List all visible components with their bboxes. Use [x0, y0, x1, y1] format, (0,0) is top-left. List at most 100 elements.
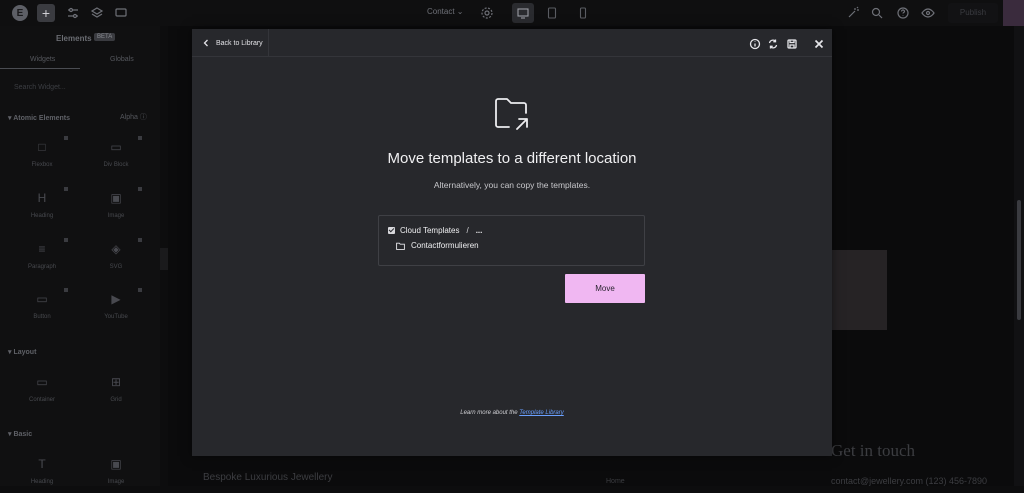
active-tab-indicator — [0, 68, 80, 69]
widget-container[interactable]: ▭ Container — [10, 371, 74, 411]
canvas-scrollbar-thumb[interactable] — [1017, 200, 1021, 320]
get-in-touch-heading: Get in touch — [831, 441, 916, 460]
widget-label: YouTube — [104, 314, 128, 320]
comments-icon[interactable] — [114, 6, 128, 20]
container-icon: ▭ — [36, 375, 48, 389]
folder-item[interactable]: Contactformulieren — [396, 241, 479, 250]
widget-label: Flexbox — [31, 162, 53, 168]
image-icon: ▣ — [110, 191, 122, 205]
section-atomic-elements[interactable]: ▾ Atomic Elements — [8, 114, 70, 122]
flexbox-icon: □ — [38, 140, 46, 154]
contact-line-text: contact@jewellery.com (123) 456-7890 — [831, 476, 988, 486]
widget-label: Grid — [110, 397, 122, 403]
breadcrumb-more[interactable]: ... — [476, 226, 483, 235]
folder-name: Contactformulieren — [411, 241, 479, 250]
sync-icon[interactable] — [767, 37, 779, 49]
move-templates-modal: Back to Library Move templates to a diff… — [192, 29, 832, 456]
widget-paragraph[interactable]: ≡ Paragraph — [10, 238, 74, 278]
canvas-image-block — [830, 250, 887, 330]
tablet-view-icon[interactable] — [541, 3, 563, 23]
youtube-icon: ▶ — [111, 292, 121, 306]
grid-icon: ⊞ — [110, 375, 122, 389]
header-divider — [268, 29, 269, 57]
settings-sliders-icon[interactable] — [66, 6, 80, 20]
widget-svg[interactable]: ◈ SVG — [84, 238, 148, 278]
alpha-badge: Alpha ⓘ — [120, 114, 147, 121]
publish-button[interactable]: Publish — [948, 3, 998, 23]
footer-brand-text: Bespoke Luxurious Jewellery — [203, 472, 333, 483]
widget-image[interactable]: ▣ Image — [84, 187, 148, 227]
div-block-icon: ▭ — [110, 140, 122, 154]
svg-icon: ◈ — [111, 242, 121, 256]
heading-icon: H — [37, 191, 47, 205]
paragraph-icon: ≡ — [38, 242, 46, 256]
preview-eye-icon[interactable] — [921, 6, 935, 20]
chevron-left-icon — [203, 39, 208, 47]
widget-label: Image — [107, 479, 125, 485]
modal-header: Back to Library — [192, 29, 832, 57]
widget-label: Button — [33, 314, 51, 320]
template-library-link[interactable]: Template Library — [519, 410, 563, 416]
help-icon[interactable] — [896, 6, 910, 20]
back-label: Back to Library — [216, 39, 263, 47]
breadcrumb: Cloud Templates / ... — [388, 226, 482, 235]
pro-marker — [64, 187, 68, 191]
elementor-logo[interactable]: E — [12, 5, 28, 21]
save-icon[interactable] — [786, 37, 798, 49]
mobile-view-icon[interactable] — [572, 3, 594, 23]
page-selector[interactable]: Contact ⌄ — [427, 7, 464, 16]
publish-options-button[interactable] — [1003, 0, 1024, 26]
desktop-view-icon[interactable] — [512, 3, 534, 23]
widget-grid[interactable]: ⊞ Grid — [84, 371, 148, 411]
page-settings-gear-icon[interactable] — [480, 6, 494, 20]
tab-globals[interactable]: Globals — [110, 56, 134, 63]
magic-wand-icon[interactable] — [846, 6, 860, 20]
widget-label: Heading — [30, 213, 54, 219]
text-heading-icon: T — [38, 457, 46, 471]
breadcrumb-separator: / — [466, 226, 469, 235]
widget-heading[interactable]: H Heading — [10, 187, 74, 227]
folder-move-icon — [493, 96, 531, 132]
widget-basic-image[interactable]: ▣ Image — [84, 453, 148, 493]
pro-marker — [138, 238, 142, 242]
section-basic[interactable]: ▾ Basic — [8, 430, 32, 438]
modal-subtitle: Alternatively, you can copy the template… — [433, 180, 591, 190]
modal-title: Move templates to a different location — [387, 150, 637, 167]
pro-marker — [64, 136, 68, 140]
beta-badge: BETA — [94, 33, 116, 41]
button-icon: ▭ — [36, 292, 48, 306]
pro-marker — [138, 288, 142, 292]
widget-div-block[interactable]: ▭ Div Block — [84, 136, 148, 176]
widget-search-input[interactable]: Search Widget... — [14, 84, 66, 91]
elements-panel: Elements BETA Widgets Globals Search Wid… — [0, 26, 160, 486]
widget-label: Paragraph — [27, 264, 57, 270]
folder-icon — [396, 242, 405, 250]
footer-home-link: Home — [606, 478, 625, 485]
pro-marker — [138, 136, 142, 140]
learn-more-prefix: Learn more about the — [460, 410, 520, 416]
editor-topbar: E + Contact ⌄ Publish — [0, 0, 1024, 26]
search-icon[interactable] — [870, 6, 884, 20]
move-button[interactable]: Move — [565, 274, 645, 303]
widget-flexbox[interactable]: □ Flexbox — [10, 136, 74, 176]
layers-icon[interactable] — [90, 6, 104, 20]
add-element-button[interactable]: + — [37, 4, 55, 22]
widget-button[interactable]: ▭ Button — [10, 288, 74, 328]
close-icon[interactable] — [813, 37, 825, 49]
tab-widgets[interactable]: Widgets — [30, 56, 55, 63]
breadcrumb-root[interactable]: Cloud Templates — [400, 226, 459, 235]
panel-title: Elements — [56, 34, 92, 43]
pro-marker — [138, 187, 142, 191]
widget-youtube[interactable]: ▶ YouTube — [84, 288, 148, 328]
widget-label: Image — [107, 213, 125, 219]
cloud-templates-checkbox[interactable] — [388, 227, 395, 234]
widget-label: Container — [28, 397, 55, 403]
learn-more-text: Learn more about the Template Library — [192, 410, 832, 416]
back-to-library-link[interactable]: Back to Library — [202, 36, 263, 50]
info-icon[interactable] — [749, 37, 761, 50]
section-layout[interactable]: ▾ Layout — [8, 348, 36, 356]
panel-collapse-handle[interactable] — [160, 248, 168, 270]
widget-basic-heading[interactable]: T Heading — [10, 453, 74, 493]
location-picker: Cloud Templates / ... Contactformulieren — [378, 215, 645, 266]
pro-marker — [64, 238, 68, 242]
